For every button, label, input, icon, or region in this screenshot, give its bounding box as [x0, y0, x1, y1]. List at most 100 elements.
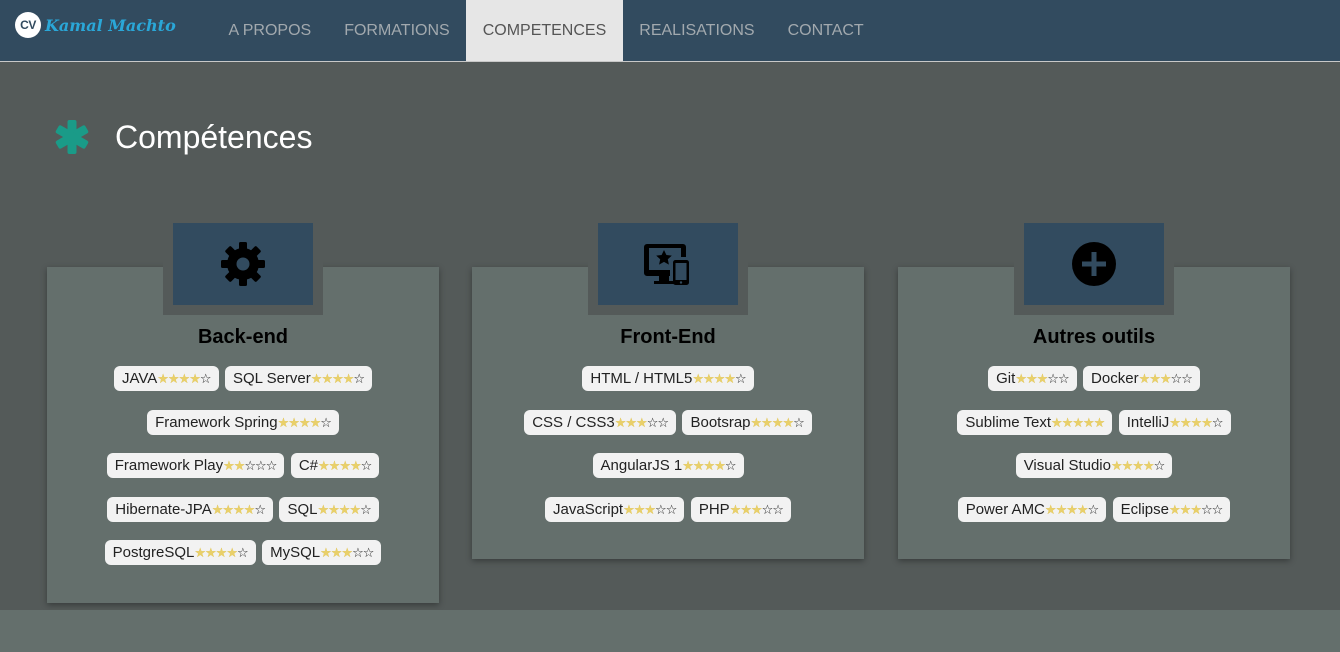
star-rating: ★★★☆☆	[1169, 501, 1224, 517]
skill-row: JavaScript★★★☆☆ PHP★★★☆☆	[486, 488, 850, 532]
skill-badge: PHP★★★☆☆	[690, 496, 791, 522]
skill-row: HTML / HTML5★★★★☆	[486, 357, 850, 401]
skill-name: SQL Server	[232, 370, 311, 388]
next-section-band	[0, 610, 1340, 652]
star-empty-icon: ☆	[360, 501, 372, 517]
skill-name: Framework Play	[114, 457, 224, 475]
star-empty-icon: ☆	[244, 458, 256, 474]
skill-badge: IntelliJ★★★★☆	[1118, 409, 1231, 435]
skill-badge: Sublime Text★★★★★	[957, 409, 1113, 435]
skill-row: PostgreSQL★★★★☆ MySQL★★★☆☆	[61, 531, 425, 575]
star-empty-icon: ☆	[254, 501, 266, 517]
star-filled-icon: ★	[243, 501, 256, 517]
skill-list: Git★★★☆☆ Docker★★★☆☆ Sublime Text★★★★★ I…	[898, 357, 1290, 559]
star-filled-icon: ★	[1066, 501, 1078, 517]
star-filled-icon: ★	[339, 458, 351, 474]
star-filled-icon: ★	[1055, 501, 1068, 517]
skill-badge: Eclipse★★★☆☆	[1112, 496, 1231, 522]
skill-badge: CSS / CSS3★★★☆☆	[524, 409, 677, 435]
star-filled-icon: ★	[1076, 501, 1089, 517]
star-filled-icon: ★	[1083, 414, 1095, 430]
star-filled-icon: ★	[625, 414, 637, 430]
star-filled-icon: ★	[1121, 458, 1134, 474]
star-filled-icon: ★	[215, 545, 228, 561]
skill-badge: JAVA★★★★☆	[113, 366, 219, 392]
nav-menu: A PROPOS FORMATIONS COMPETENCES REALISAT…	[212, 0, 880, 61]
skill-badge: Visual Studio★★★★☆	[1015, 453, 1173, 479]
skill-name: Sublime Text	[965, 413, 1052, 431]
star-filled-icon: ★	[189, 371, 201, 387]
star-rating: ★★★★☆	[311, 371, 365, 387]
nav-item-competences[interactable]: COMPETENCES	[466, 0, 623, 61]
star-filled-icon: ★	[1169, 501, 1181, 517]
card-title: Back-end	[197, 326, 289, 348]
star-empty-icon: ☆	[655, 501, 667, 517]
star-rating: ★★★★★	[1051, 414, 1105, 430]
star-empty-icon: ☆	[255, 458, 267, 474]
skill-badge: HTML / HTML5★★★★☆	[582, 366, 754, 392]
star-empty-icon: ☆	[353, 371, 365, 387]
skill-row: Hibernate-JPA★★★★☆ SQL★★★★☆	[61, 488, 425, 532]
star-filled-icon: ★	[321, 371, 333, 387]
nav-item-contact[interactable]: CONTACT	[771, 0, 880, 61]
star-filled-icon: ★	[750, 414, 763, 430]
star-empty-icon: ☆	[665, 501, 678, 517]
star-empty-icon: ☆	[646, 414, 659, 430]
star-empty-icon: ☆	[1211, 501, 1224, 517]
nav-item-formations[interactable]: FORMATIONS	[328, 0, 466, 61]
card-title: Front-End	[620, 326, 716, 348]
star-filled-icon: ★	[1036, 371, 1049, 387]
star-filled-icon: ★	[636, 414, 648, 430]
section-heading: Compétences	[55, 117, 312, 157]
star-filled-icon: ★	[682, 458, 694, 474]
skill-row: Power AMC★★★★☆ Eclipse★★★☆☆	[912, 488, 1276, 532]
star-rating: ★★★★☆	[212, 501, 266, 517]
page-title: Compétences	[115, 118, 313, 155]
star-rating: ★★★★☆	[317, 501, 372, 517]
star-empty-icon: ☆	[1211, 414, 1224, 430]
star-rating: ★★★★☆	[278, 414, 332, 430]
skill-name: AngularJS 1	[600, 457, 683, 475]
brand-logo[interactable]: CV Kamal Machto	[15, 12, 176, 38]
star-filled-icon: ★	[318, 458, 330, 474]
star-filled-icon: ★	[341, 545, 353, 561]
star-filled-icon: ★	[223, 458, 235, 474]
skill-name: CSS / CSS3	[532, 413, 615, 431]
star-rating: ★★★☆☆	[1015, 371, 1069, 387]
star-empty-icon: ☆	[236, 545, 249, 561]
star-empty-icon: ☆	[1200, 501, 1213, 517]
star-filled-icon: ★	[750, 501, 763, 517]
star-rating: ★★★★☆	[194, 545, 249, 561]
skill-row: AngularJS 1★★★★☆	[486, 444, 850, 488]
skill-name: Git	[996, 370, 1016, 388]
star-filled-icon: ★	[167, 371, 180, 387]
star-rating: ★★★★☆	[1044, 501, 1099, 517]
skill-badge: Bootsrap★★★★☆	[682, 409, 812, 435]
skill-row: Framework Play★★☆☆☆ C#★★★★☆	[61, 444, 425, 488]
skill-name: Framework Spring	[155, 413, 278, 431]
star-rating: ★★★★☆	[1169, 414, 1224, 430]
nav-item-realisations[interactable]: REALISATIONS	[623, 0, 771, 61]
star-rating: ★★★★☆	[1111, 458, 1165, 474]
star-filled-icon: ★	[1190, 414, 1203, 430]
star-filled-icon: ★	[1044, 501, 1057, 517]
skill-name: Power AMC	[965, 500, 1045, 518]
star-filled-icon: ★	[194, 545, 206, 561]
skill-badge: PostgreSQL★★★★☆	[104, 540, 256, 566]
card-tab	[598, 223, 738, 305]
skill-badge: Power AMC★★★★☆	[957, 496, 1107, 522]
cv-badge-icon: CV	[15, 12, 41, 38]
star-empty-icon: ☆	[352, 545, 364, 561]
star-filled-icon: ★	[1179, 501, 1192, 517]
skill-badge: AngularJS 1★★★★☆	[592, 453, 744, 479]
star-filled-icon: ★	[633, 501, 646, 517]
card-title: Autres outils	[1032, 326, 1156, 348]
star-filled-icon: ★	[309, 414, 322, 430]
nav-item-a-propos[interactable]: A PROPOS	[212, 0, 328, 61]
asterisk-icon	[55, 120, 89, 154]
star-rating: ★★★☆☆	[615, 414, 669, 430]
star-empty-icon: ☆	[362, 545, 375, 561]
star-rating: ★★★☆☆	[623, 501, 678, 517]
star-filled-icon: ★	[623, 501, 635, 517]
star-filled-icon: ★	[1072, 414, 1084, 430]
